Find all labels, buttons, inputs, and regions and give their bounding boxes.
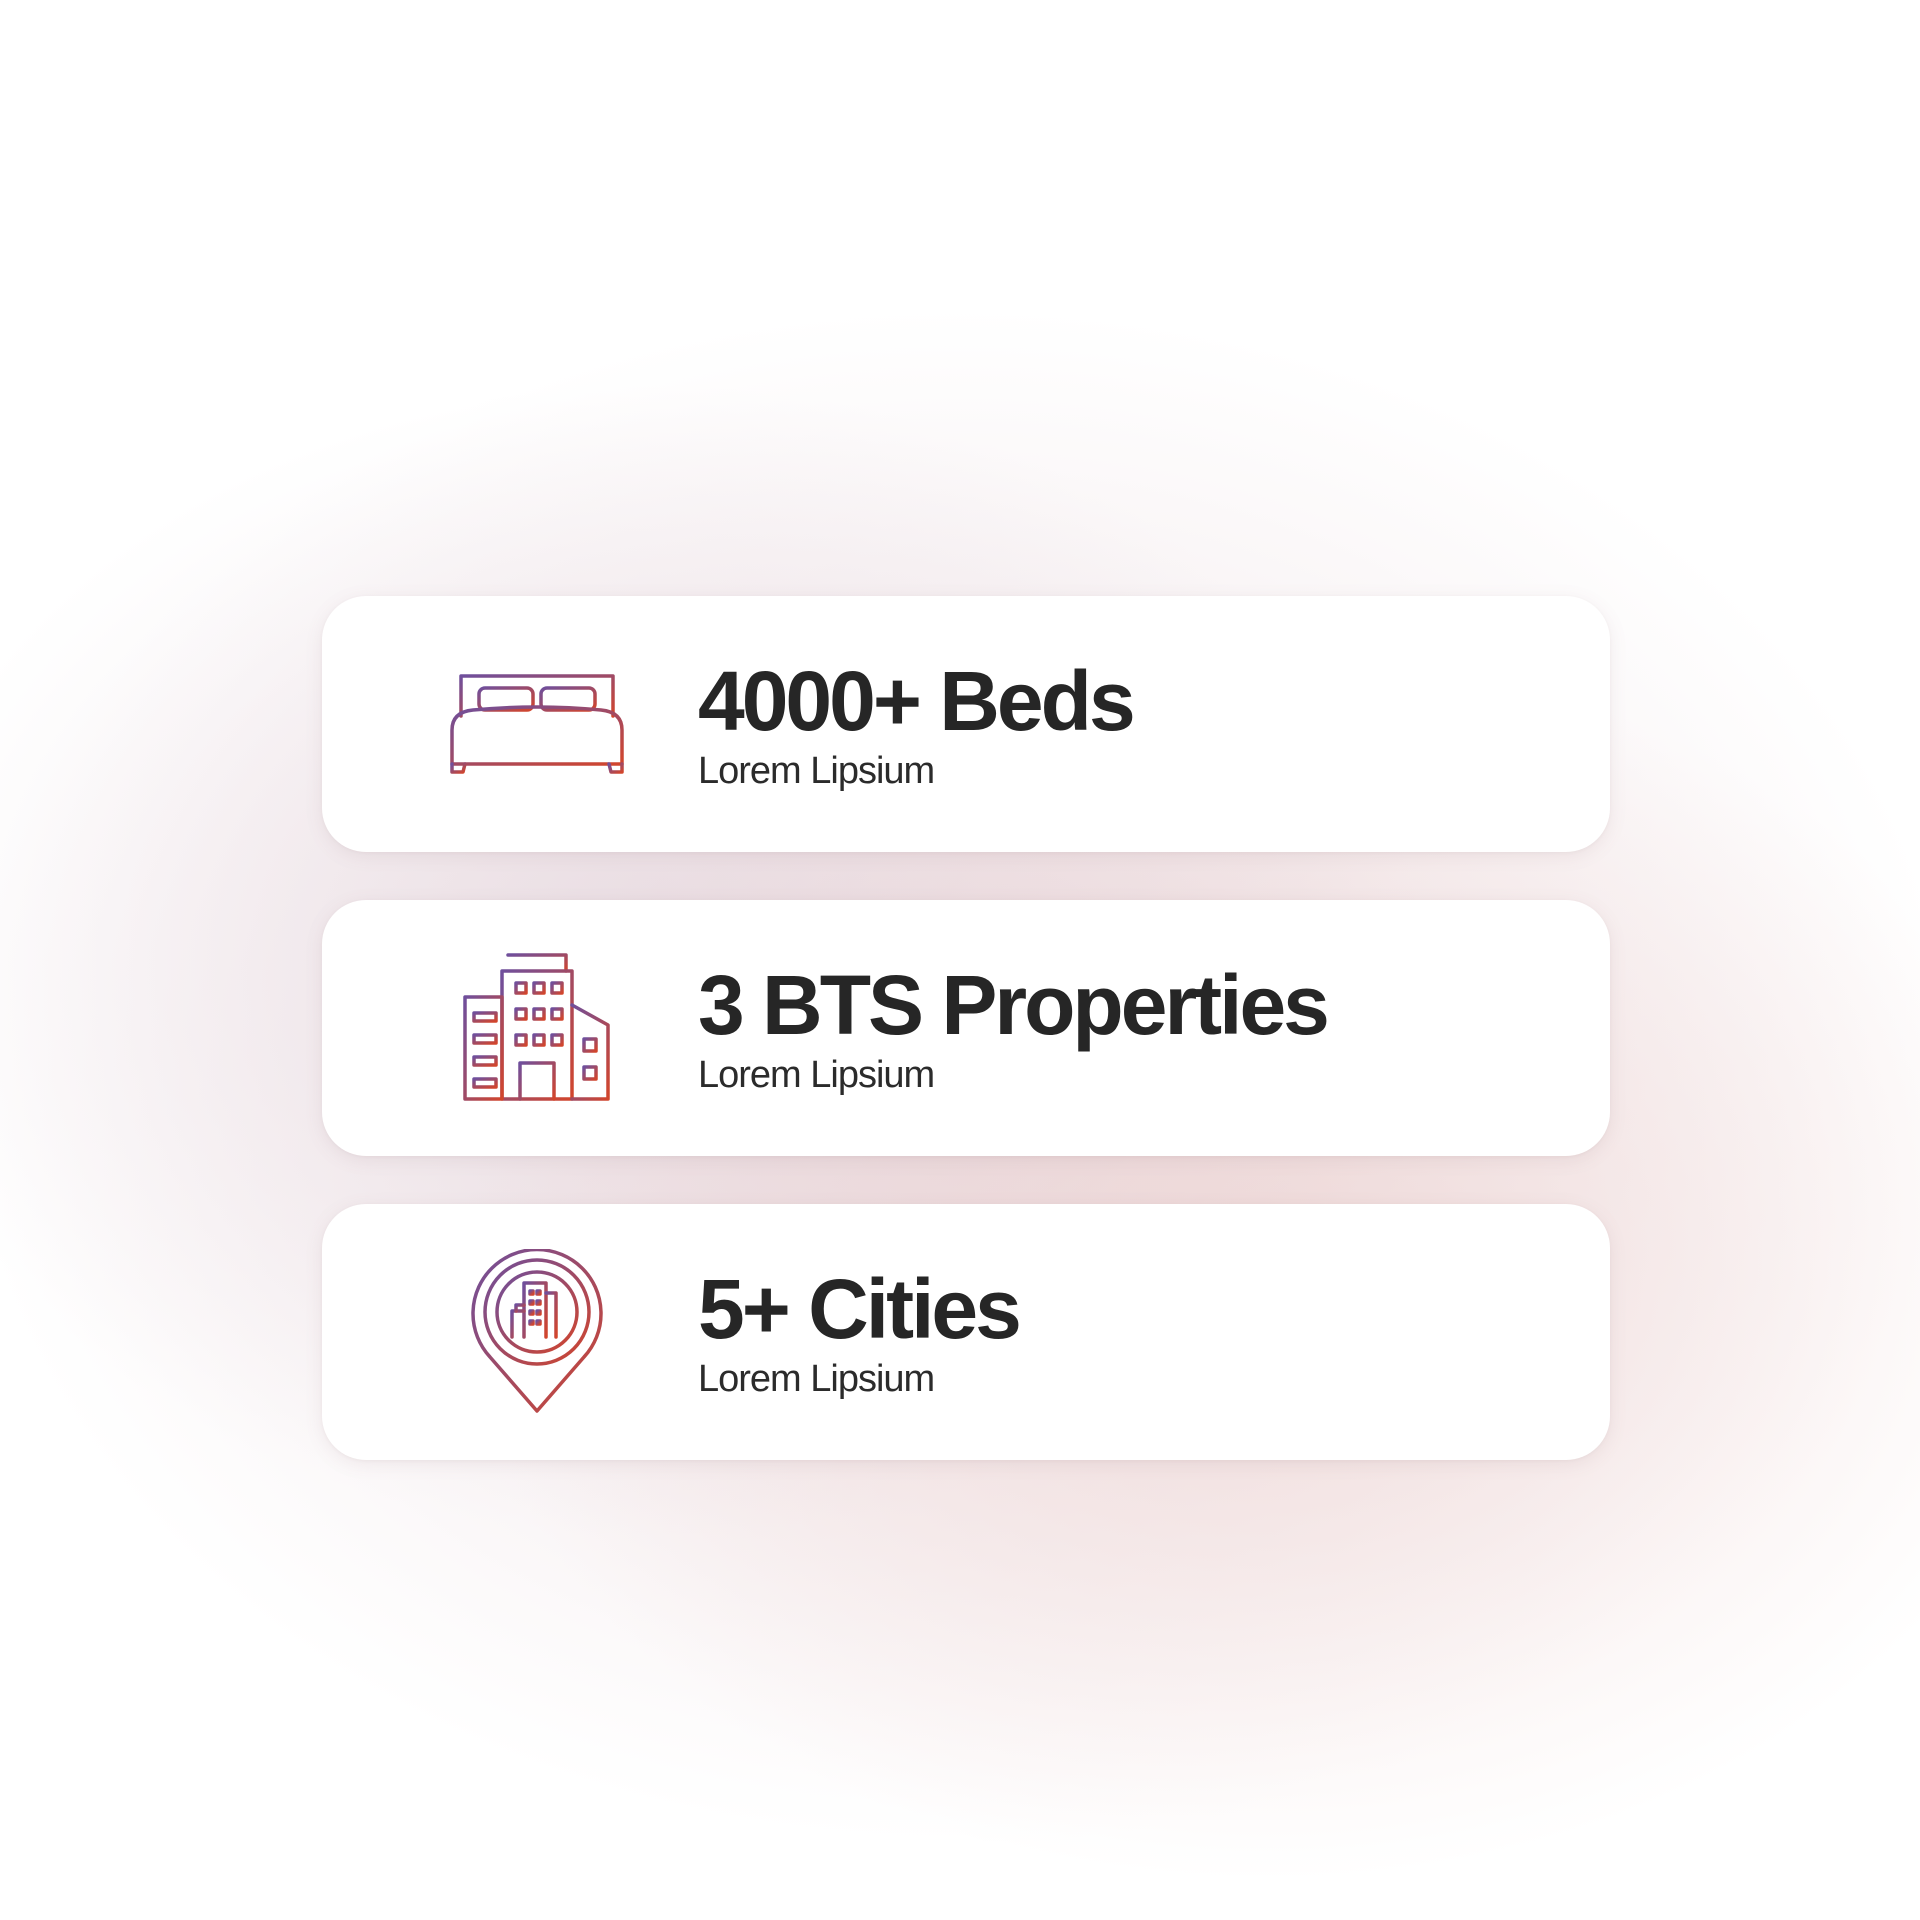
bed-icon	[442, 629, 632, 819]
buildings-icon	[442, 933, 632, 1123]
stat-card-beds: 4000+ Beds Lorem Lipsium	[322, 596, 1610, 852]
stat-text: 3 BTS Properties Lorem Lipsium	[698, 958, 1330, 1097]
stat-subtitle: Lorem Lipsium	[698, 1358, 935, 1400]
stats-list: 4000+ Beds Lorem Lipsium 3 BTS Propertie…	[322, 596, 1610, 1460]
stat-title: 5+ Cities	[698, 1262, 1022, 1356]
stat-text: 5+ Cities Lorem Lipsium	[698, 1262, 1022, 1401]
stat-subtitle: Lorem Lipsium	[698, 750, 935, 792]
stat-text: 4000+ Beds Lorem Lipsium	[698, 654, 1136, 793]
stat-card-properties: 3 BTS Properties Lorem Lipsium	[322, 900, 1610, 1156]
stat-subtitle: Lorem Lipsium	[698, 1054, 935, 1096]
city-location-pin-icon	[442, 1237, 632, 1427]
stat-card-cities: 5+ Cities Lorem Lipsium	[322, 1204, 1610, 1460]
stat-title: 3 BTS Properties	[698, 958, 1330, 1052]
stat-title: 4000+ Beds	[698, 654, 1136, 748]
